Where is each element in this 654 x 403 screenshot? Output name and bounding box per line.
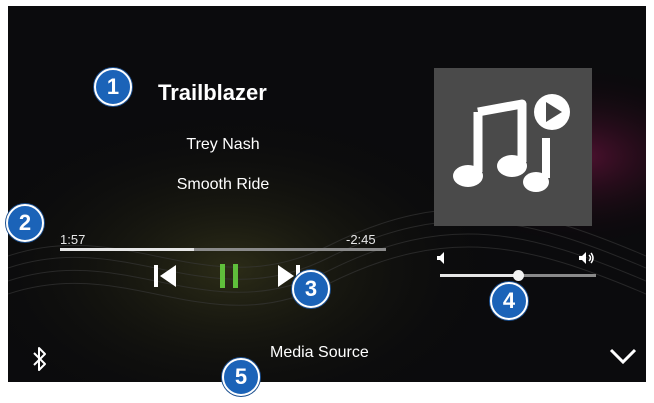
media-player-screen: Trailblazer Trey Nash Smooth Ride 1:57 -… [8, 6, 646, 382]
skip-previous-icon[interactable] [150, 261, 180, 291]
callout-1: 1 [94, 68, 132, 106]
media-source-button[interactable]: Media Source [270, 344, 369, 362]
track-album: Smooth Ride [176, 176, 270, 193]
pause-icon[interactable] [214, 261, 244, 291]
volume-slider-handle[interactable] [513, 270, 524, 281]
album-art [434, 68, 592, 226]
track-progress-fill [60, 248, 194, 251]
volume-slider[interactable] [440, 270, 596, 281]
elapsed-time: 1:57 [60, 232, 86, 247]
chevron-down-icon[interactable] [608, 346, 638, 366]
volume-high-icon [579, 252, 594, 264]
callout-4: 4 [490, 282, 528, 320]
volume-slider-fill [440, 274, 518, 277]
bluetooth-icon[interactable] [30, 346, 50, 372]
callout-2: 2 [6, 204, 44, 242]
callout-5: 5 [222, 358, 260, 396]
track-artist: Trey Nash [186, 136, 260, 153]
music-note-play-icon [453, 94, 570, 192]
volume-low-icon [437, 252, 444, 264]
track-progress-bar[interactable] [60, 248, 386, 251]
callout-3: 3 [292, 270, 330, 308]
track-title: Trailblazer [158, 80, 267, 105]
remaining-time: -2:45 [346, 232, 376, 247]
